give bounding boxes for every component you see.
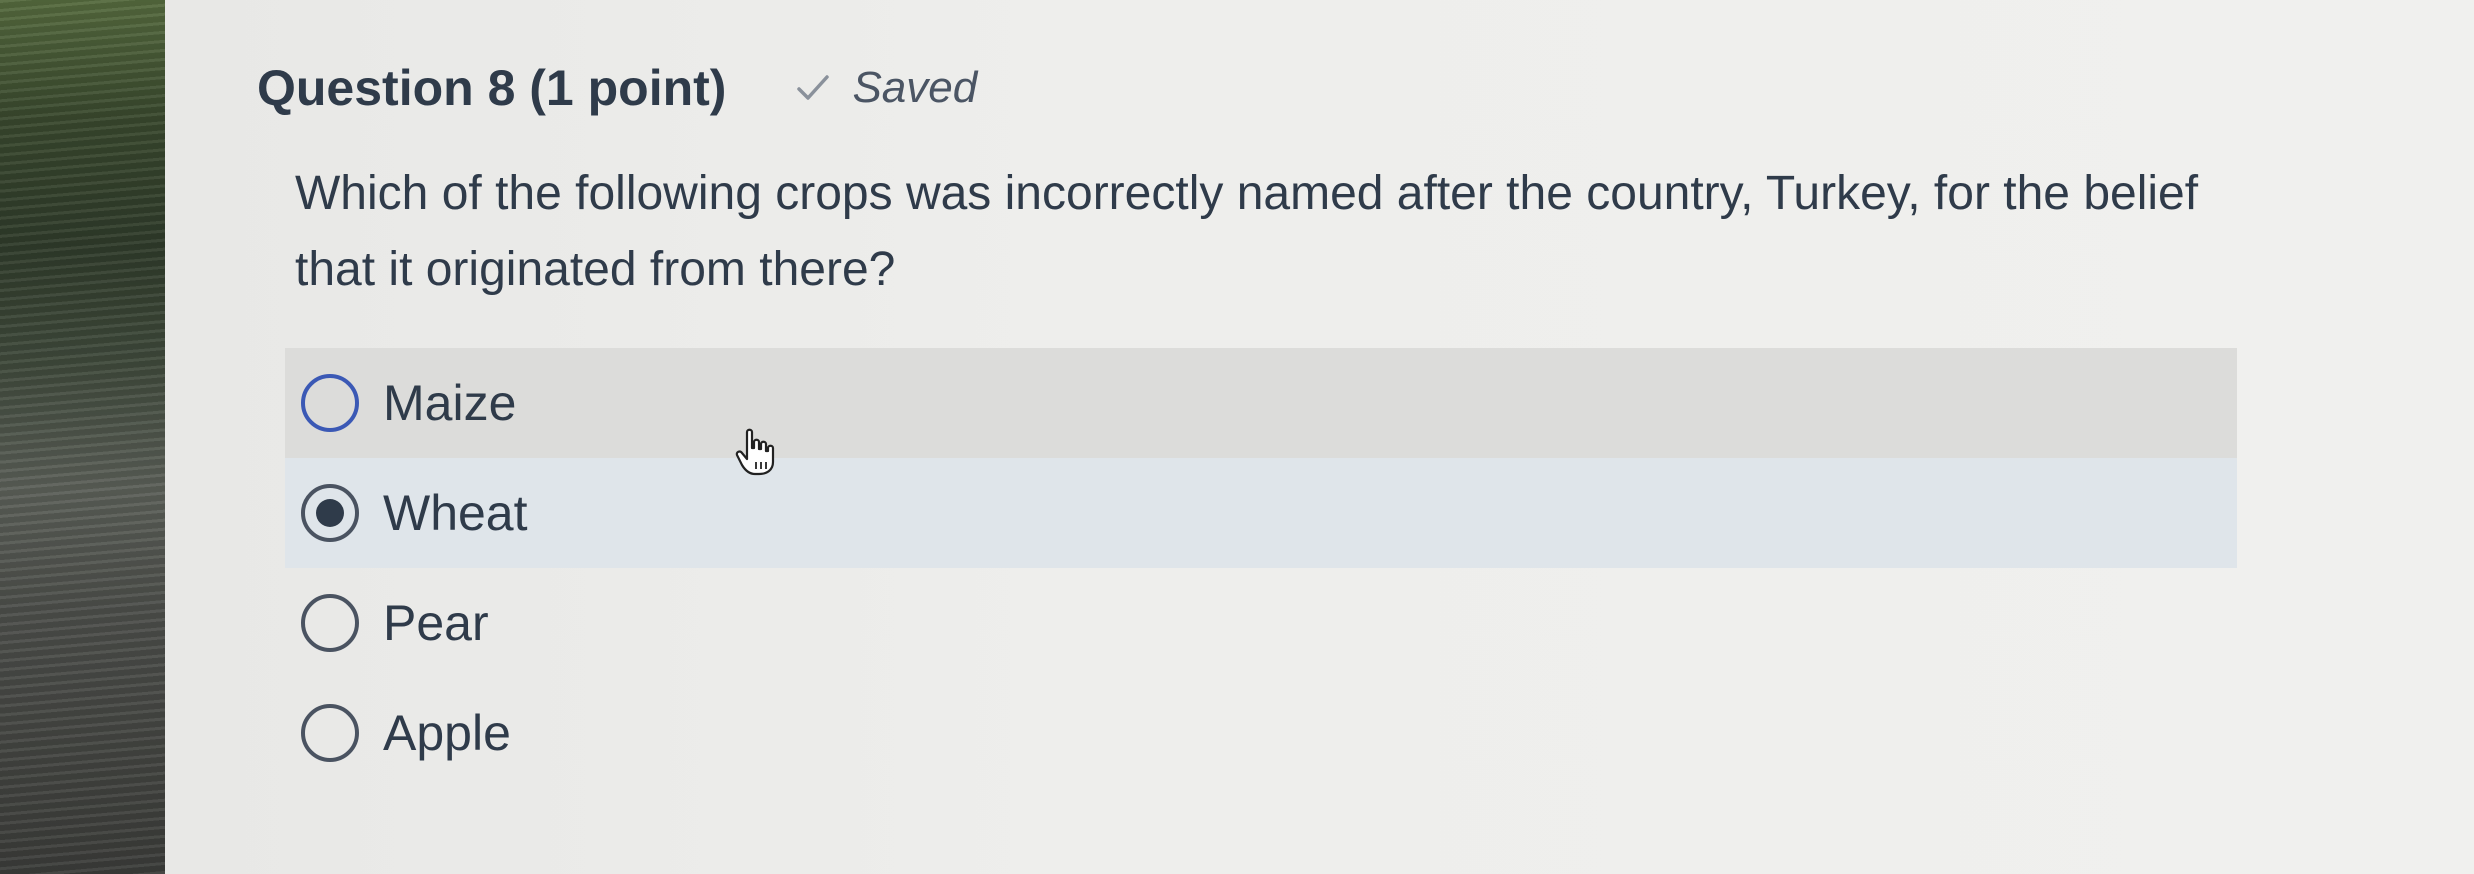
radio-button-selected[interactable] bbox=[301, 484, 359, 542]
option-label: Maize bbox=[383, 375, 517, 431]
saved-status: Saved bbox=[796, 63, 977, 113]
answer-options: Maize Wheat Pear Apple bbox=[285, 348, 2237, 788]
option-label: Pear bbox=[383, 595, 489, 651]
option-apple[interactable]: Apple bbox=[285, 678, 2237, 788]
option-maize[interactable]: Maize bbox=[285, 348, 2237, 458]
question-title: Question 8 (1 point) bbox=[257, 60, 727, 116]
quiz-screen: Question 8 (1 point) Saved Which of the … bbox=[165, 0, 2474, 874]
photo-background-edge bbox=[0, 0, 190, 874]
option-pear[interactable]: Pear bbox=[285, 568, 2237, 678]
radio-button[interactable] bbox=[301, 704, 359, 762]
radio-button[interactable] bbox=[301, 374, 359, 432]
radio-selected-dot bbox=[316, 499, 344, 527]
hand-pointer-icon bbox=[735, 428, 775, 476]
radio-button[interactable] bbox=[301, 594, 359, 652]
check-icon bbox=[797, 75, 830, 100]
option-label: Apple bbox=[383, 705, 511, 761]
question-header: Question 8 (1 point) Saved bbox=[257, 58, 977, 118]
option-label: Wheat bbox=[383, 485, 528, 541]
option-wheat[interactable]: Wheat bbox=[285, 458, 2237, 568]
saved-label: Saved bbox=[852, 63, 978, 112]
question-text: Which of the following crops was incorre… bbox=[295, 167, 2199, 296]
